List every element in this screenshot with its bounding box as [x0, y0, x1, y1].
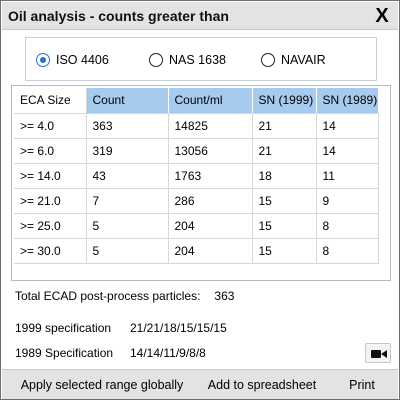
- cell-count-per-ml: 204: [168, 238, 253, 264]
- radio-navair[interactable]: NAVAIR: [261, 51, 326, 69]
- spec-1999: 1999 specification 21/21/18/15/15/15: [15, 321, 227, 335]
- table-row[interactable]: >= 21.0 7 286 15 9: [14, 188, 379, 214]
- cell-sn-1989: 8: [316, 238, 379, 264]
- radio-unselected-indicator[interactable]: [149, 53, 163, 67]
- column-header-count-per-ml[interactable]: Count/ml: [168, 88, 253, 114]
- table-row[interactable]: >= 30.0 5 204 15 8: [14, 238, 379, 264]
- spec-1989-label: 1989 Specification: [15, 346, 114, 360]
- cell-eca-size: >= 30.0: [14, 238, 87, 264]
- radio-unselected-indicator[interactable]: [261, 53, 275, 67]
- cell-eca-size: >= 14.0: [14, 163, 87, 189]
- table-header-row: ECA Size Count Count/ml SN (1999) SN (19…: [14, 88, 379, 114]
- spec-1999-label: 1999 specification: [15, 321, 112, 335]
- column-header-sn-1989[interactable]: SN (1989): [316, 88, 379, 114]
- dialog-title: Oil analysis - counts greater than: [8, 8, 229, 24]
- spec-1999-value: 21/21/18/15/15/15: [130, 321, 227, 335]
- cell-sn-1999: 15: [252, 213, 317, 239]
- camera-lens-shape: [381, 350, 387, 358]
- total-particles: Total ECAD post-process particles: 363: [15, 289, 234, 303]
- cell-count: 319: [86, 138, 169, 164]
- cell-count: 5: [86, 238, 169, 264]
- title-bar: Oil analysis - counts greater than X: [2, 2, 398, 30]
- cell-count-per-ml: 1763: [168, 163, 253, 189]
- cell-count: 43: [86, 163, 169, 189]
- total-particles-value: 363: [214, 289, 235, 303]
- cell-sn-1989: 14: [316, 138, 379, 164]
- spec-1989: 1989 Specification 14/14/11/9/8/8: [15, 346, 206, 360]
- print-button[interactable]: Print: [330, 374, 394, 396]
- column-header-sn-1999[interactable]: SN (1999): [252, 88, 317, 114]
- spec-1989-value: 14/14/11/9/8/8: [130, 346, 206, 360]
- cell-sn-1989: 11: [316, 163, 379, 189]
- cell-sn-1999: 21: [252, 138, 317, 164]
- radio-label-iso: ISO 4406: [56, 53, 109, 67]
- cell-count-per-ml: 14825: [168, 113, 253, 139]
- cell-sn-1999: 15: [252, 238, 317, 264]
- total-particles-label: Total ECAD post-process particles:: [15, 289, 201, 303]
- cell-eca-size: >= 25.0: [14, 213, 87, 239]
- cell-eca-size: >= 4.0: [14, 113, 87, 139]
- radio-nas-1638[interactable]: NAS 1638: [149, 51, 226, 69]
- cell-count-per-ml: 286: [168, 188, 253, 214]
- add-to-spreadsheet-button[interactable]: Add to spreadsheet: [198, 374, 326, 396]
- radio-iso-4406[interactable]: ISO 4406: [36, 51, 109, 69]
- column-header-count[interactable]: Count: [86, 88, 169, 114]
- cell-count: 363: [86, 113, 169, 139]
- table-row[interactable]: >= 6.0 319 13056 21 14: [14, 138, 379, 164]
- cell-count-per-ml: 204: [168, 213, 253, 239]
- counts-table: ECA Size Count Count/ml SN (1999) SN (19…: [14, 88, 379, 264]
- cell-sn-1989: 8: [316, 213, 379, 239]
- table-row[interactable]: >= 25.0 5 204 15 8: [14, 213, 379, 239]
- standard-radio-group: ISO 4406 NAS 1638 NAVAIR: [25, 37, 377, 81]
- camera-icon[interactable]: [365, 343, 391, 363]
- column-header-eca-size[interactable]: ECA Size: [14, 88, 87, 114]
- close-icon[interactable]: X: [370, 4, 394, 28]
- counts-table-frame: ECA Size Count Count/ml SN (1999) SN (19…: [11, 85, 391, 281]
- cell-sn-1999: 15: [252, 188, 317, 214]
- cell-count-per-ml: 13056: [168, 138, 253, 164]
- radio-label-navair: NAVAIR: [281, 53, 326, 67]
- camera-body-shape: [371, 350, 381, 358]
- table-row[interactable]: >= 14.0 43 1763 18 11: [14, 163, 379, 189]
- radio-label-nas: NAS 1638: [169, 53, 226, 67]
- cell-count: 5: [86, 213, 169, 239]
- radio-selected-indicator[interactable]: [36, 53, 50, 67]
- cell-eca-size: >= 6.0: [14, 138, 87, 164]
- apply-selected-range-button[interactable]: Apply selected range globally: [10, 374, 194, 396]
- cell-sn-1999: 21: [252, 113, 317, 139]
- table-row[interactable]: >= 4.0 363 14825 21 14: [14, 113, 379, 139]
- oil-analysis-dialog: Oil analysis - counts greater than X ISO…: [0, 0, 400, 400]
- cell-count: 7: [86, 188, 169, 214]
- cell-sn-1989: 9: [316, 188, 379, 214]
- cell-eca-size: >= 21.0: [14, 188, 87, 214]
- button-bar: Apply selected range globally Add to spr…: [2, 369, 398, 399]
- cell-sn-1989: 14: [316, 113, 379, 139]
- cell-sn-1999: 18: [252, 163, 317, 189]
